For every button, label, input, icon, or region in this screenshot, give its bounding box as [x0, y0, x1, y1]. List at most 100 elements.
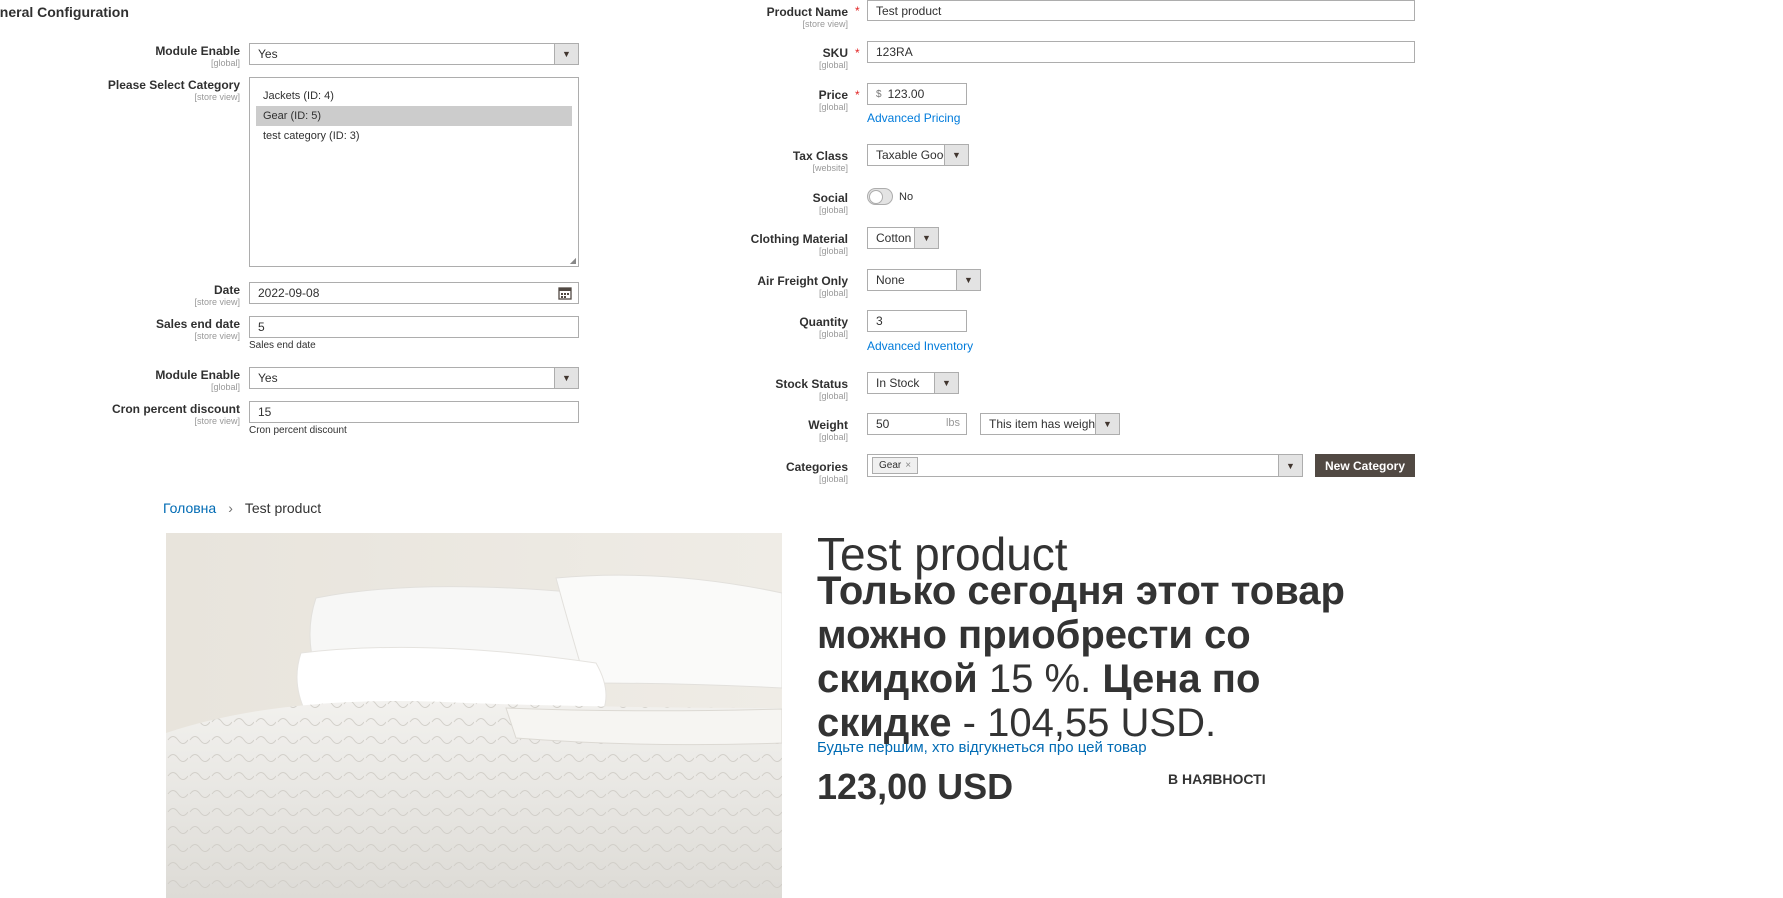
select-value: This item has weight: [989, 417, 1099, 431]
input-value: 50: [876, 417, 890, 431]
advanced-inventory-link[interactable]: Advanced Inventory: [867, 339, 973, 353]
chevron-down-icon: ▼: [554, 368, 578, 388]
chevron-down-icon: ▼: [934, 373, 958, 393]
sku-input[interactable]: 123RA: [867, 41, 1415, 63]
field-scope: [website]: [812, 163, 848, 173]
module-enable-select[interactable]: Yes ▼: [249, 43, 579, 65]
advanced-pricing-link[interactable]: Advanced Pricing: [867, 111, 960, 125]
field-scope: [global]: [818, 60, 848, 70]
categories-label: Categories [global]: [608, 460, 848, 484]
field-label: Please Select Category: [107, 78, 240, 92]
weight-input[interactable]: 50 lbs: [867, 413, 967, 435]
module-enable-label: Module Enable [global]: [0, 44, 240, 68]
new-category-button[interactable]: New Category: [1315, 454, 1415, 477]
field-scope: [global]: [818, 391, 848, 401]
field-label: SKU: [822, 46, 848, 60]
field-scope: [global]: [818, 474, 848, 484]
category-multiselect[interactable]: Jackets (ID: 4) Gear (ID: 5) test catego…: [249, 77, 579, 267]
close-icon[interactable]: ×: [905, 460, 911, 471]
select-value: None: [876, 273, 905, 287]
field-label: Quantity: [799, 315, 848, 329]
input-value: 123.00: [887, 87, 925, 101]
price-label: Price [global]: [608, 88, 848, 112]
tax-class-select[interactable]: Taxable Goods ▼: [867, 144, 969, 166]
tax-class-label: Tax Class [website]: [608, 149, 848, 173]
chevron-down-icon: ▼: [944, 145, 968, 165]
field-label: Stock Status: [775, 377, 848, 391]
breadcrumb-home-link[interactable]: Головна: [163, 500, 216, 516]
module-enable-label: Module Enable [global]: [0, 368, 240, 392]
clothing-material-label: Clothing Material [global]: [608, 232, 848, 256]
category-option-selected[interactable]: Gear (ID: 5): [256, 106, 572, 126]
field-scope: [global]: [818, 102, 848, 112]
product-price: 123,00 USD: [817, 766, 1014, 807]
resize-handle-icon[interactable]: ◢: [570, 256, 576, 265]
field-label: Sales end date: [155, 317, 240, 331]
product-image[interactable]: [166, 533, 782, 898]
cron-discount-input[interactable]: 15: [249, 401, 579, 423]
breadcrumb-current: Test product: [244, 500, 322, 516]
categories-multiselect[interactable]: Gear × ▼: [867, 454, 1303, 477]
field-scope: [store view]: [194, 331, 240, 341]
sales-end-label: Sales end date [store view]: [0, 317, 240, 341]
input-value: 2022-09-08: [258, 286, 320, 300]
breadcrumb: Головна › Test product: [163, 500, 321, 516]
select-value: Yes: [258, 47, 278, 61]
bed-illustration: [166, 533, 782, 898]
field-label: Social: [812, 191, 848, 205]
input-value: 123RA: [876, 45, 913, 59]
cron-label: Cron percent discount [store view]: [0, 402, 240, 426]
promo-line: Только сегодня этот товар: [817, 569, 1345, 613]
select-value: Yes: [258, 371, 278, 385]
promo-text: Только сегодня этот товар можно приобрес…: [817, 569, 1377, 745]
product-name-label: Product Name [store view]: [608, 5, 848, 29]
air-freight-select[interactable]: None ▼: [867, 269, 981, 291]
sales-end-input[interactable]: 5: [249, 316, 579, 338]
field-scope: [global]: [210, 382, 240, 392]
category-option[interactable]: Jackets (ID: 4): [256, 86, 572, 106]
stock-status-select[interactable]: In Stock ▼: [867, 372, 959, 394]
sku-label: SKU [global]: [608, 46, 848, 70]
social-label: Social [global]: [608, 191, 848, 215]
field-label: Air Freight Only: [757, 274, 848, 288]
field-label: Clothing Material: [750, 232, 848, 246]
input-value: Test product: [876, 3, 942, 18]
field-scope: [global]: [818, 329, 848, 339]
social-toggle[interactable]: [867, 188, 893, 205]
category-tag: Gear ×: [872, 457, 919, 474]
weight-unit: lbs: [945, 417, 960, 429]
weight-label: Weight [global]: [608, 418, 848, 442]
toggle-knob: [869, 190, 883, 204]
product-name-input[interactable]: Test product: [867, 0, 1415, 21]
field-label: Product Name: [766, 5, 848, 19]
module-enable-select[interactable]: Yes ▼: [249, 367, 579, 389]
field-scope: [store view]: [194, 416, 240, 426]
select-value: In Stock: [876, 376, 920, 390]
field-label: Date: [213, 283, 240, 297]
field-label: Weight: [808, 418, 848, 432]
date-input[interactable]: 2022-09-08: [249, 282, 579, 304]
chevron-down-icon: ▼: [1095, 414, 1119, 434]
promo-line: скидкой 15 %. Цена по: [817, 657, 1377, 701]
quantity-input[interactable]: 3: [867, 310, 967, 332]
calendar-icon[interactable]: [558, 286, 572, 300]
add-review-link[interactable]: Будьте першим, хто відгукнеться про цей …: [817, 739, 1147, 756]
required-marker: *: [855, 46, 860, 60]
chevron-down-icon: ▼: [956, 270, 980, 290]
field-label: Categories: [785, 460, 848, 474]
required-marker: *: [855, 4, 860, 18]
field-scope: [store view]: [194, 297, 240, 307]
section-title: eneral Configuration: [0, 4, 129, 20]
date-label: Date [store view]: [0, 283, 240, 307]
input-value: 5: [258, 320, 265, 334]
currency-symbol: $: [876, 88, 882, 100]
chevron-down-icon: ▼: [554, 44, 578, 64]
sales-end-note: Sales end date: [249, 340, 316, 351]
promo-bold: Цена по: [1102, 657, 1261, 701]
has-weight-select[interactable]: This item has weight ▼: [980, 413, 1120, 435]
price-input[interactable]: $ 123.00: [867, 83, 967, 105]
tag-label: Gear: [879, 460, 902, 471]
category-option[interactable]: test category (ID: 3): [256, 126, 572, 146]
clothing-material-select[interactable]: Cotton ▼: [867, 227, 939, 249]
field-scope: [store view]: [802, 19, 848, 29]
